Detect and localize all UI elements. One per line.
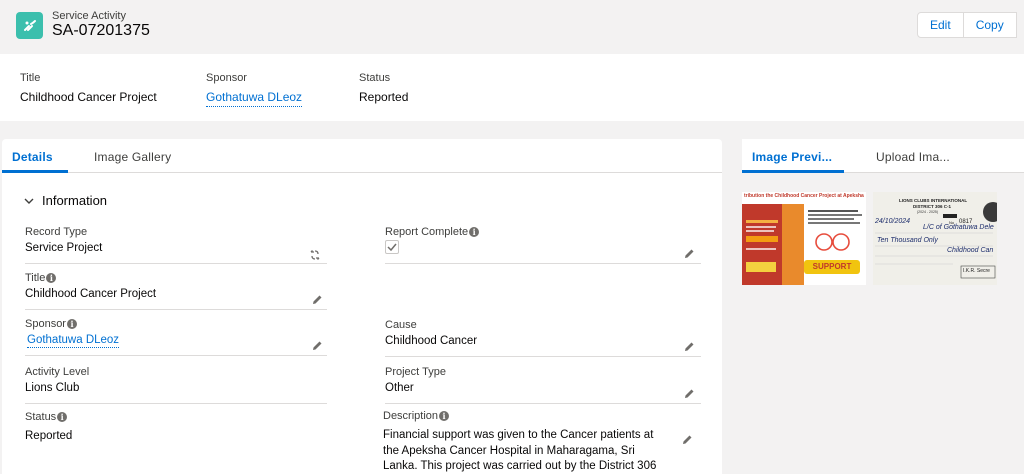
field-value: Lions Club (25, 382, 80, 394)
receipt-purpose: Childhood Can (947, 247, 994, 254)
field-value: Reported (25, 430, 73, 442)
section-information-toggle[interactable]: Information (24, 193, 107, 208)
record-title: SA-07201375 (52, 22, 150, 39)
receipt-date: 24/10/2024 (875, 218, 911, 225)
field-record-type: Record Type Service Project (25, 226, 327, 264)
image-card: Image Previ... Upload Ima... (742, 139, 1024, 474)
field-label: Status (25, 411, 57, 423)
info-icon[interactable]: i (57, 412, 68, 422)
highlight-sponsor-link[interactable]: Gothatuwa DLeoz (206, 90, 303, 107)
side-tabs: Image Previ... Upload Ima... (742, 139, 1024, 173)
highlight-sponsor: Sponsor Gothatuwa DLeoz (206, 72, 303, 107)
tab-upload-image[interactable]: Upload Ima... (876, 150, 950, 164)
sponsor-link[interactable]: Gothatuwa DLeoz (27, 334, 120, 348)
field-title: Title i Childhood Cancer Project (25, 272, 327, 310)
tab-image-gallery[interactable]: Image Gallery (94, 150, 171, 164)
change-record-type-icon[interactable] (309, 248, 321, 266)
field-label: Project Type (385, 366, 446, 378)
field-label: Cause (385, 319, 417, 331)
field-status: Status i Reported (25, 411, 327, 449)
highlight-status: Status Reported (359, 72, 408, 104)
field-value: Other (385, 382, 414, 394)
field-value: Childhood Cancer Project (25, 288, 157, 300)
report-complete-checkbox (385, 240, 399, 254)
field-label: Record Type (25, 226, 88, 238)
page-header: Service Activity SA-07201375 Edit Copy (0, 0, 1024, 54)
tab-details-underline (2, 170, 68, 173)
service-activity-icon (16, 12, 43, 39)
highlights-panel: Title Childhood Cancer Project Sponsor G… (0, 54, 1024, 121)
image-thumbnail-poster[interactable]: tribution the Childhood Cancer Project a… (742, 192, 866, 285)
highlight-status-value: Reported (359, 90, 409, 104)
receipt-district: DISTRICT 306 C-1 (913, 204, 952, 209)
receipt-from: L/C of Gothatuwa Dele (923, 224, 994, 231)
field-project-type: Project Type Other (385, 366, 701, 404)
edit-pencil-icon[interactable] (312, 292, 323, 310)
edit-pencil-icon[interactable] (684, 386, 695, 404)
edit-pencil-icon[interactable] (682, 432, 693, 450)
field-label: Description (383, 410, 439, 422)
field-value: Service Project (25, 242, 103, 254)
highlight-title-value: Childhood Cancer Project (20, 90, 157, 104)
chevron-down-icon (24, 198, 34, 204)
highlight-status-label: Status (359, 72, 391, 84)
info-icon[interactable]: i (469, 227, 480, 237)
poster-support-text: SUPPORT (812, 262, 852, 271)
field-cause: Cause Childhood Cancer (385, 319, 701, 357)
highlight-title-label: Title (20, 72, 41, 84)
field-label: Sponsor (25, 318, 66, 330)
description-text: Financial support was given to the Cance… (383, 429, 657, 472)
highlight-sponsor-label: Sponsor (206, 72, 247, 84)
info-icon[interactable]: i (439, 411, 450, 421)
field-activity-level: Activity Level Lions Club (25, 366, 327, 404)
receipt-signature: I.K.R. Secre (963, 268, 990, 274)
edit-pencil-icon[interactable] (684, 339, 695, 357)
field-label: Title (25, 272, 46, 284)
object-label: Service Activity (52, 10, 126, 22)
edit-pencil-icon[interactable] (312, 338, 323, 356)
field-value: Childhood Cancer (385, 335, 478, 347)
poster-heading: tribution the Childhood Cancer Project a… (744, 193, 864, 199)
receipt-heading: LIONS CLUBS INTERNATIONAL (899, 198, 968, 203)
field-label: Report Complete (385, 226, 469, 238)
info-icon[interactable]: i (46, 273, 57, 283)
info-icon[interactable]: i (66, 319, 77, 329)
image-thumbnail-receipt[interactable]: LIONS CLUBS INTERNATIONAL DISTRICT 306 C… (873, 192, 997, 285)
action-buttons: Edit Copy (917, 12, 1017, 38)
receipt-amount: Ten Thousand Only (877, 237, 938, 244)
field-description: Description i Financial support was given… (383, 410, 701, 474)
tab-image-preview[interactable]: Image Previ... (752, 150, 832, 164)
tab-image-preview-underline (742, 170, 844, 173)
field-label: Activity Level (25, 366, 90, 378)
edit-pencil-icon[interactable] (684, 246, 695, 264)
section-information-title: Information (42, 193, 108, 208)
edit-button[interactable]: Edit (917, 12, 964, 38)
receipt-year: (2024 - 2025) (917, 210, 939, 214)
highlight-title: Title Childhood Cancer Project (20, 72, 157, 104)
main-tabs: Details Image Gallery (2, 139, 722, 173)
field-report-complete: Report Complete i (385, 226, 701, 264)
field-sponsor: Sponsor i Gothatuwa DLeoz (25, 318, 327, 356)
copy-button[interactable]: Copy (963, 12, 1017, 38)
tab-details[interactable]: Details (12, 150, 53, 164)
